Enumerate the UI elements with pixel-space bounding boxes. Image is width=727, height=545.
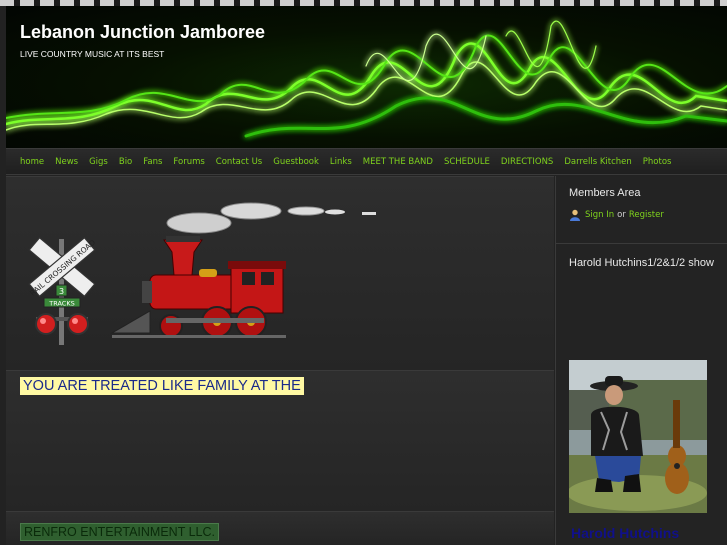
main-navigation: home News Gigs Bio Fans Forums Contact U… bbox=[6, 148, 727, 175]
renfro-panel: RENFRO ENTERTAINMENT LLC. bbox=[6, 511, 554, 545]
page: Lebanon Junction Jamboree LIVE COUNTRY M… bbox=[0, 0, 727, 545]
nav-guestbook[interactable]: Guestbook bbox=[273, 157, 319, 167]
nav-contact-us[interactable]: Contact Us bbox=[216, 157, 262, 167]
nav-gigs[interactable]: Gigs bbox=[89, 157, 108, 167]
nav-darrells-kitchen[interactable]: Darrells Kitchen bbox=[564, 157, 631, 167]
photo-caption[interactable]: Harold Hutchins bbox=[571, 525, 679, 541]
renfro-entertainment-label: RENFRO ENTERTAINMENT LLC. bbox=[20, 523, 219, 541]
nav-home[interactable]: home bbox=[20, 157, 44, 167]
nav-links[interactable]: Links bbox=[330, 157, 352, 167]
show-title: Harold Hutchins1/2&1/2 show bbox=[569, 257, 714, 269]
site-title[interactable]: Lebanon Junction Jamboree bbox=[20, 22, 265, 43]
nav-meet-the-band[interactable]: MEET THE BAND bbox=[363, 157, 433, 167]
user-icon bbox=[570, 209, 580, 221]
members-area-title: Members Area bbox=[569, 187, 641, 199]
musician-photo-image bbox=[569, 360, 707, 513]
sidebar: Members Area Sign In or Register Harold … bbox=[555, 176, 727, 545]
nav-forums[interactable]: Forums bbox=[173, 157, 204, 167]
header-banner: Lebanon Junction Jamboree LIVE COUNTRY M… bbox=[6, 6, 727, 148]
main-content: RAIL CROSSING ROAD 3 TRACKS YOU ARE TREA… bbox=[6, 176, 554, 545]
register-link[interactable]: Register bbox=[629, 210, 664, 220]
nav-photos[interactable]: Photos bbox=[643, 157, 672, 167]
or-text: or bbox=[617, 210, 626, 220]
nav-news[interactable]: News bbox=[55, 157, 78, 167]
nav-directions[interactable]: DIRECTIONS bbox=[501, 157, 553, 167]
nav-schedule[interactable]: SCHEDULE bbox=[444, 157, 490, 167]
nav-bio[interactable]: Bio bbox=[119, 157, 132, 167]
site-tagline: LIVE COUNTRY MUSIC AT ITS BEST bbox=[20, 49, 165, 59]
welcome-panel: YOU ARE TREATED LIKE FAMILY AT THE bbox=[6, 370, 554, 511]
steam-train-image bbox=[110, 202, 376, 338]
nav-fans[interactable]: Fans bbox=[143, 157, 162, 167]
sign-in-link[interactable]: Sign In bbox=[585, 210, 614, 220]
train-image-panel: RAIL CROSSING ROAD 3 TRACKS bbox=[6, 176, 554, 370]
family-welcome-text: YOU ARE TREATED LIKE FAMILY AT THE bbox=[20, 377, 304, 395]
sign-in-row: Sign In or Register bbox=[569, 209, 727, 221]
harold-hutchins-photo[interactable] bbox=[569, 360, 707, 513]
members-area: Members Area Sign In or Register bbox=[556, 176, 727, 244]
